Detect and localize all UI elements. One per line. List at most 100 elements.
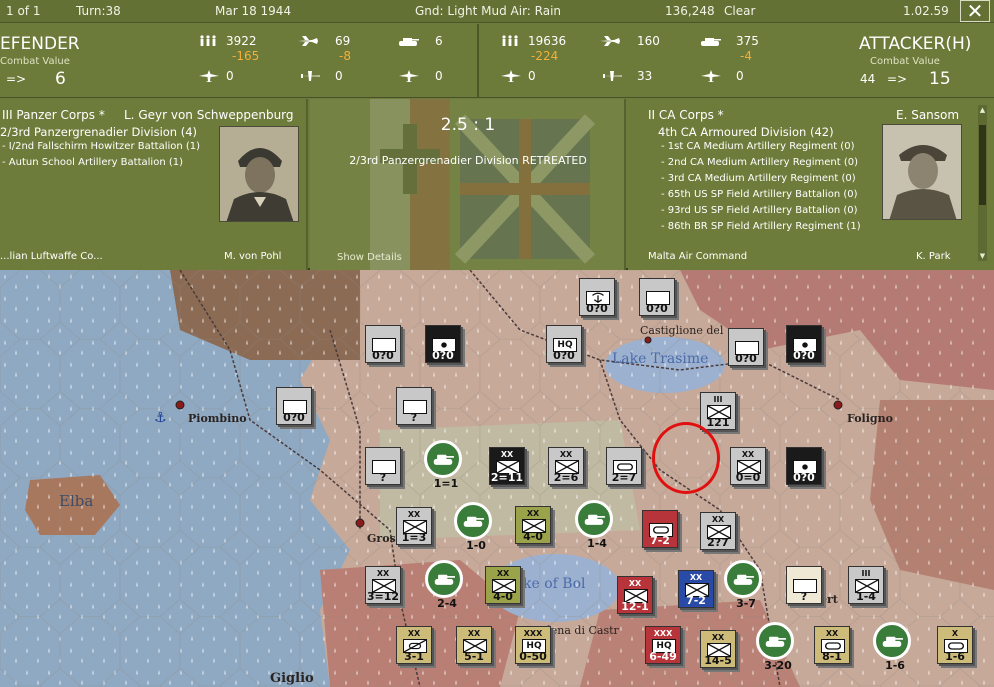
combat-stats-row: EFENDER Combat Value => 6 3922 -165 69 -… [0, 24, 994, 98]
island-label: Elba [59, 492, 94, 510]
unit-counter[interactable]: XX 7-2 [678, 570, 714, 608]
stats-divider [477, 24, 479, 98]
unit-counter[interactable]: XX 2?7 [700, 512, 736, 550]
defender-corps: III Panzer Corps * [2, 108, 105, 122]
unit-strength: ? [800, 590, 808, 603]
unit-strength: 1=1 [433, 477, 459, 490]
defender-air3: 0 [335, 69, 343, 83]
attacker-cv-value: 15 [929, 69, 951, 89]
combat-results-panel: 1 of 1 Turn:38 Mar 18 1944 Gnd: Light Mu… [0, 0, 994, 270]
attacker-air2: 0 [528, 69, 536, 83]
attacker-next-unit: Malta Air Command [648, 251, 748, 262]
defender-cv-value: 6 [55, 69, 66, 89]
defender-leader-portrait [219, 126, 299, 222]
armor-unit-disc[interactable]: 1-6 [873, 622, 911, 672]
attacker-next-leader: K. Park [916, 251, 951, 262]
unit-counter[interactable]: III 121 [700, 392, 736, 430]
unit-counter[interactable]: XXX HQ 6-49 [645, 626, 681, 664]
unit-strength: 2=11 [490, 471, 524, 484]
fighter-icon [297, 35, 319, 47]
unit-counter[interactable]: 0?0 [728, 328, 764, 366]
unit-strength: 0?0 [553, 349, 575, 362]
close-button[interactable]: ✕ [960, 0, 990, 22]
unit-counter[interactable]: XX 12-1 [617, 576, 653, 614]
unit-counter[interactable]: ? [786, 566, 822, 604]
unit-counter[interactable]: 0?0 [579, 278, 615, 316]
unit-counter[interactable]: X 1-6 [937, 626, 973, 664]
attacker-title: ATTACKER(H) [859, 34, 972, 54]
unit-counter[interactable]: XX 4-0 [485, 566, 521, 604]
attacker-men: 19636 [528, 34, 567, 48]
unit-counter[interactable]: XX 3=12 [365, 566, 401, 604]
attacker-corps: II CA Corps * [648, 108, 724, 122]
armor-unit-disc[interactable]: 1=1 [424, 440, 462, 490]
men-icon [500, 35, 522, 47]
attacker-scrollbar[interactable]: ▲ ▼ [978, 105, 987, 261]
aircraft-icon [198, 70, 220, 82]
unit-counter[interactable]: 0?0 [425, 325, 461, 363]
condition-label: Clear [724, 4, 756, 18]
unit-counter[interactable]: XXX HQ 0-50 [515, 626, 551, 664]
defender-next-leader: M. von Pohl [224, 251, 282, 262]
attacker-unit-6: - 86th BR SP Field Artillery Regiment (1… [661, 221, 861, 232]
unit-strength: 2-4 [437, 597, 457, 610]
scroll-down-icon[interactable]: ▼ [978, 251, 987, 261]
unit-counter[interactable]: ? [365, 447, 401, 485]
scroll-up-icon[interactable]: ▲ [978, 105, 987, 115]
unit-counter[interactable]: ? [396, 387, 432, 425]
unit-strength: 2?7 [707, 536, 729, 549]
unit-counter[interactable]: 0?0 [786, 325, 822, 363]
unit-counter[interactable]: 2=7 [606, 447, 642, 485]
armor-unit-disc[interactable]: 1-0 [454, 502, 492, 552]
date-label: Mar 18 1944 [215, 4, 292, 18]
attacker-cv-arrow: => [887, 72, 908, 86]
unit-counter[interactable]: 0?0 [639, 278, 675, 316]
aircraft-icon [500, 70, 522, 82]
unit-strength: 4-0 [493, 590, 513, 603]
show-details-link[interactable]: Show Details [337, 252, 402, 263]
unit-counter[interactable]: 0?0 [365, 325, 401, 363]
attacker-air4: 0 [736, 69, 744, 83]
unit-size-label: III [713, 395, 723, 404]
defender-air4: 0 [435, 69, 443, 83]
unit-strength: 0?0 [372, 349, 394, 362]
unit-counter[interactable]: 0?0 [276, 387, 312, 425]
armor-unit-disc[interactable]: 3-7 [724, 560, 762, 610]
unit-counter[interactable]: XX 0=0 [730, 447, 766, 485]
unit-counter[interactable]: III 1-4 [848, 566, 884, 604]
unit-counter[interactable]: XX 5-1 [456, 626, 492, 664]
city-label: Castiglione del [640, 324, 724, 337]
tank-icon [463, 516, 484, 527]
scroll-thumb[interactable] [979, 125, 986, 205]
unit-counter[interactable]: XX 2=11 [489, 447, 525, 485]
unit-strength: 3=12 [366, 590, 400, 603]
unit-size-label: XX [526, 509, 540, 518]
score-label: 136,248 [665, 4, 715, 18]
unit-counter[interactable]: 7-2 [642, 510, 678, 548]
unit-size-label: XX [628, 579, 642, 588]
unit-counter[interactable]: XX 8-1 [814, 626, 850, 664]
unit-counter[interactable]: XX 4-0 [515, 506, 551, 544]
unit-counter[interactable]: XX 2=6 [548, 447, 584, 485]
unit-strength: 3-7 [736, 597, 756, 610]
hex-map[interactable]: Piombino Foligno Castiglione del Gros Gi… [0, 270, 994, 687]
unit-counter[interactable]: XX 1=3 [396, 507, 432, 545]
unit-size-label: XX [825, 629, 839, 638]
unit-strength: 1=3 [401, 531, 427, 544]
unit-strength: 1-6 [945, 650, 965, 663]
armor-unit-disc[interactable]: 3-20 [756, 622, 794, 672]
lake-label: ke of Bol [523, 576, 586, 592]
defender-unit-1: - I/2nd Fallschirm Howitzer Battalion (1… [2, 141, 201, 152]
armor-unit-disc[interactable]: 1-4 [575, 500, 613, 550]
city-label: Foligno [847, 412, 893, 425]
unit-counter[interactable]: 0?0 [786, 447, 822, 485]
defender-cv-label: Combat Value [0, 56, 70, 67]
unit-counter[interactable]: XX 3-1 [396, 626, 432, 664]
attacker-men-loss: -224 [531, 49, 559, 63]
city-label: Piombino [188, 412, 247, 425]
unit-counter[interactable]: HQ 0?0 [546, 325, 582, 363]
unit-strength: 14-5 [704, 654, 732, 667]
attacker-air3: 33 [637, 69, 653, 83]
unit-counter[interactable]: XX 14-5 [700, 630, 736, 668]
armor-unit-disc[interactable]: 2-4 [425, 560, 463, 610]
